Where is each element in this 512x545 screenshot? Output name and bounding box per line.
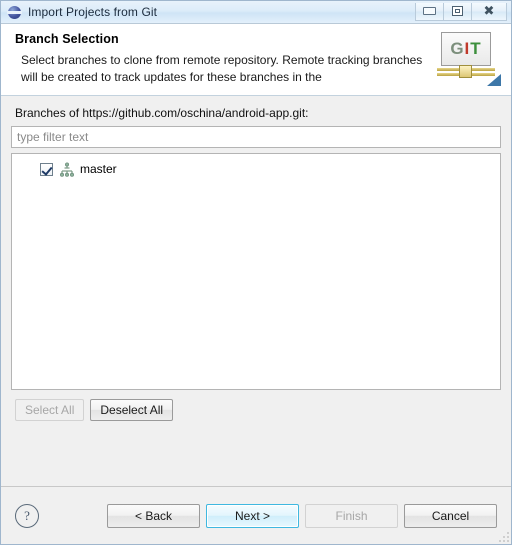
minimize-icon	[423, 7, 436, 15]
git-arrow-icon	[487, 74, 501, 86]
wizard-header: Branch Selection Select branches to clon…	[1, 23, 511, 96]
close-button[interactable]: ✖	[471, 2, 507, 21]
restore-button[interactable]	[443, 2, 472, 21]
window-controls: ✖	[415, 2, 507, 21]
branch-checkbox[interactable]	[40, 163, 53, 176]
branch-tree[interactable]: master	[11, 153, 501, 390]
selection-buttons: Select All Deselect All	[11, 399, 501, 421]
dialog-footer: ? < Back Next > Finish Cancel	[1, 487, 511, 544]
back-button[interactable]: < Back	[107, 503, 200, 528]
select-all-button[interactable]: Select All	[15, 399, 85, 421]
deselect-all-button[interactable]: Deselect All	[90, 399, 174, 421]
next-button[interactable]: Next >	[206, 503, 299, 528]
page-title: Branch Selection	[15, 32, 119, 46]
minimize-button[interactable]	[415, 2, 444, 21]
finish-button[interactable]: Finish	[305, 503, 398, 528]
restore-icon	[452, 6, 463, 16]
wizard-navigation-buttons: < Back Next > Finish Cancel	[107, 503, 497, 528]
help-icon[interactable]: ?	[15, 503, 39, 528]
window-title: Import Projects from Git	[28, 5, 158, 19]
close-icon: ✖	[483, 3, 495, 19]
dialog-body: Branches of https://github.com/oschina/a…	[1, 96, 511, 544]
tree-item-label: master	[80, 162, 117, 176]
cancel-button[interactable]: Cancel	[404, 503, 497, 528]
branches-label: Branches of https://github.com/oschina/a…	[15, 106, 309, 120]
tree-item-master[interactable]: master	[12, 160, 500, 179]
import-projects-from-git-dialog: Import Projects from Git ✖ Branch Select…	[0, 0, 512, 545]
git-monitor-icon: GIT	[441, 32, 491, 66]
filter-input[interactable]	[11, 126, 501, 148]
title-bar: Import Projects from Git ✖	[1, 1, 511, 23]
git-knob-icon	[459, 65, 472, 78]
git-branch-icon	[59, 161, 75, 178]
git-logo-letter-g: G	[450, 39, 465, 58]
git-logo-letter-t: T	[470, 39, 482, 58]
resize-grip[interactable]	[497, 530, 509, 542]
eclipse-sphere-icon	[7, 5, 22, 20]
page-description: Select branches to clone from remote rep…	[21, 53, 423, 84]
git-logo-icon: GIT	[435, 30, 501, 88]
